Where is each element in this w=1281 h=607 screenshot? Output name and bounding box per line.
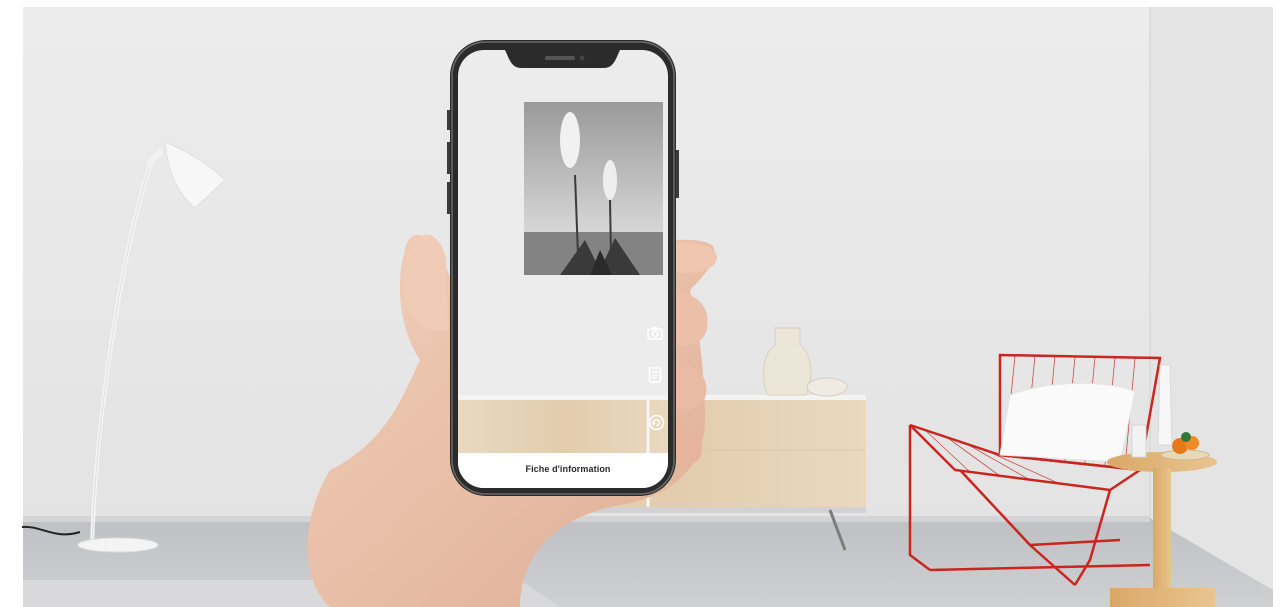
rotate-button[interactable] — [647, 413, 665, 431]
info-sheet-label: Fiche d'information — [525, 464, 611, 474]
camera-icon — [647, 327, 663, 340]
white-cushion — [999, 382, 1136, 463]
baseboard — [23, 516, 1150, 522]
ar-room-scene — [0, 0, 1281, 607]
ar-camera-view — [458, 50, 668, 488]
placed-artwork — [524, 102, 663, 275]
camera-button[interactable] — [646, 324, 664, 342]
details-button[interactable] — [646, 366, 664, 384]
document-icon — [648, 367, 662, 383]
info-sheet-button[interactable]: Fiche d'information — [468, 453, 668, 485]
rotate-icon — [648, 414, 664, 430]
